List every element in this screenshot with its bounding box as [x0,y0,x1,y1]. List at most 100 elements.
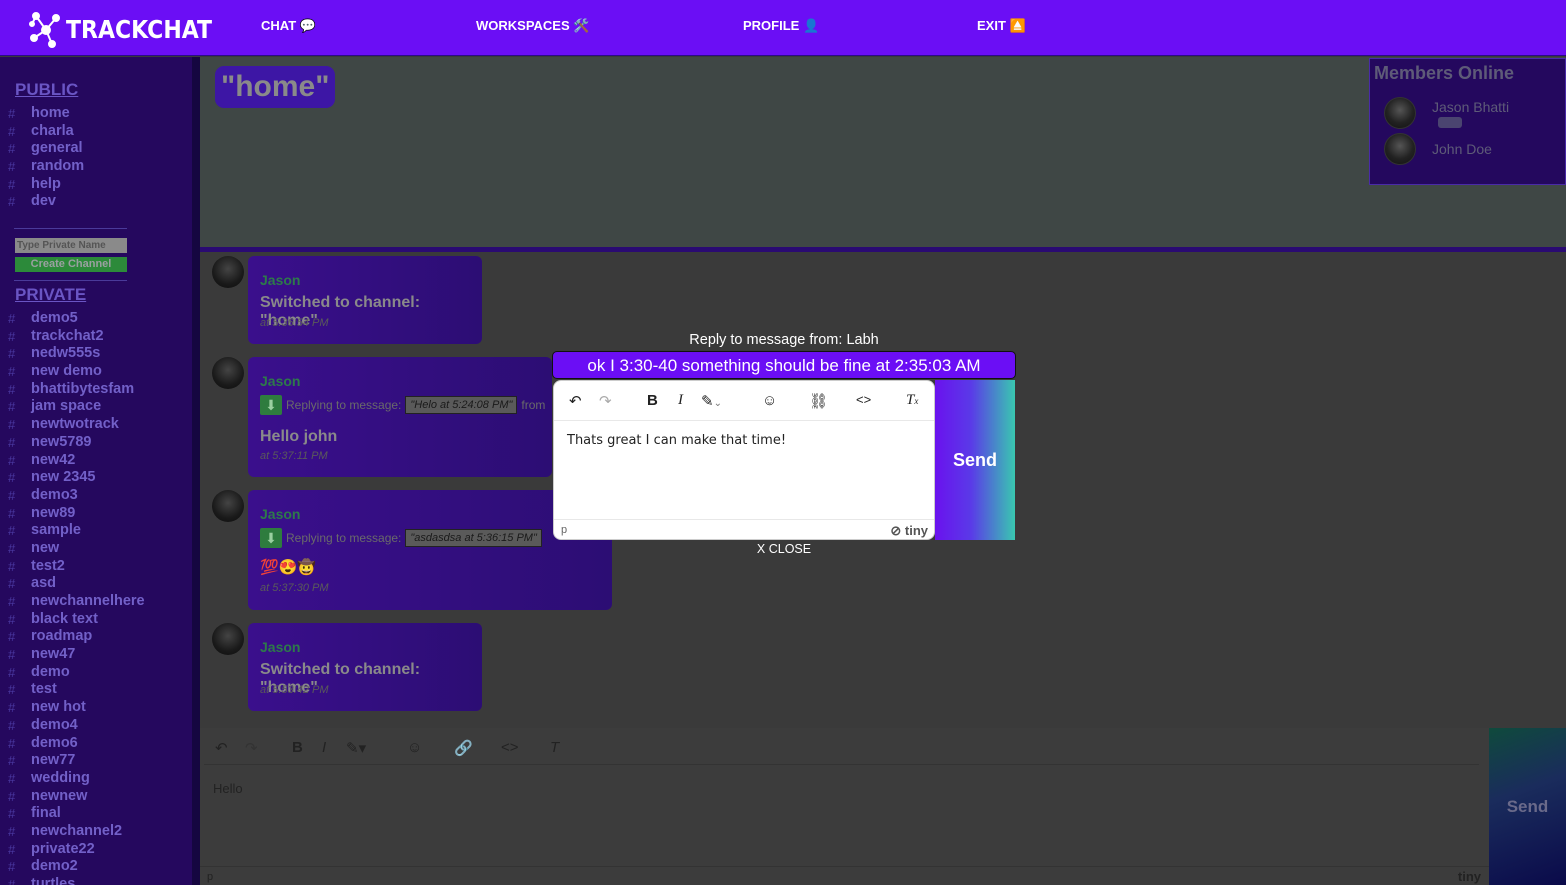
nav-chat[interactable]: CHAT 💬 [261,18,316,34]
italic-icon[interactable]: I [322,739,326,756]
channel-name: newchannelhere [31,593,145,609]
channel-item[interactable]: # private22 [0,841,192,859]
channel-item[interactable]: # turtles [0,876,192,885]
channel-item[interactable]: # newchannelhere [0,593,192,611]
undo-icon[interactable]: ↶ [215,739,228,757]
redo-icon[interactable]: ↷ [599,392,612,410]
undo-icon[interactable]: ↶ [569,392,582,410]
reply-reference: ⬇ Replying to message: "Helo at 5:24:08 … [260,395,545,415]
channel-item[interactable]: # newnew [0,788,192,806]
nav-exit[interactable]: EXIT ⏏️ [977,18,1026,34]
channel-item[interactable]: # random [0,158,192,176]
highlight-icon[interactable]: ✎▾ [346,739,366,757]
channel-item[interactable]: # new 2345 [0,469,192,487]
channel-item[interactable]: # new [0,540,192,558]
member-item[interactable]: Jason Bhatti [1384,97,1564,131]
message-sender: Jason [260,373,301,389]
message-time: at 5:37:30 PM [260,582,329,594]
channel-item[interactable]: # test2 [0,558,192,576]
private-channel-list: # demo5 # trackchat2 # nedw555s # new demo # bhat… [0,310,192,885]
hash-icon: # [8,859,16,875]
channel-item[interactable]: # new hot [0,699,192,717]
link-icon[interactable]: 🔗 [454,739,473,757]
channel-item[interactable]: # new42 [0,452,192,470]
channel-item[interactable]: # home [0,105,192,123]
channel-name: home [31,105,70,121]
channel-item[interactable]: # demo [0,664,192,682]
channel-item[interactable]: # demo5 [0,310,192,328]
top-nav-bar: TRACKCHAT CHAT 💬 WORKSPACES 🛠️ PROFILE 👤… [0,0,1566,56]
channel-item[interactable]: # asd [0,575,192,593]
message-bubble[interactable]: Jason ⬇ Replying to message: "Helo at 5:… [248,357,552,477]
channel-item[interactable]: # roadmap [0,628,192,646]
bold-icon[interactable]: B [647,392,658,409]
emoji-icon[interactable]: ☺ [762,392,777,409]
avatar [212,256,244,288]
clear-format-icon[interactable]: Tx [906,392,918,409]
close-modal-button[interactable]: X CLOSE [553,542,1015,556]
reply-send-button[interactable]: Send [935,380,1015,540]
channel-item[interactable]: # bhattibytesfam [0,381,192,399]
redo-icon[interactable]: ↷ [245,739,258,757]
channel-item[interactable]: # new77 [0,752,192,770]
reply-quote[interactable]: "Helo at 5:24:08 PM" [405,396,518,414]
channel-item[interactable]: # sample [0,522,192,540]
hash-icon: # [8,664,16,680]
channel-item[interactable]: # newchannel2 [0,823,192,841]
code-icon[interactable]: <> [501,739,519,756]
nav-profile[interactable]: PROFILE 👤 [743,18,819,34]
channel-item[interactable]: # charla [0,123,192,141]
channel-item[interactable]: # newtwotrack [0,416,192,434]
message-bubble[interactable]: Jason Switched to channel: "home" at 5:5… [248,623,482,711]
member-item[interactable]: John Doe [1384,133,1564,167]
channel-item[interactable]: # new89 [0,505,192,523]
channel-name: new demo [31,363,102,380]
tiny-logo[interactable]: tiny [1458,869,1481,884]
app-logo[interactable]: TRACKCHAT [28,10,212,50]
create-channel-button[interactable]: Create Channel [15,257,127,272]
channel-name: demo6 [31,734,78,751]
tiny-logo[interactable]: ⊘ tiny [890,523,928,539]
channel-item[interactable]: # demo4 [0,717,192,735]
italic-icon[interactable]: I [678,392,683,409]
channel-item[interactable]: # demo3 [0,487,192,505]
hash-icon: # [8,159,16,175]
code-icon[interactable]: <> [856,392,871,407]
emoji-icon[interactable]: ☺ [407,739,422,756]
hash-icon: # [8,770,16,786]
sidebar-scrollbar[interactable] [192,57,200,885]
channel-item[interactable]: # jam space [0,398,192,416]
send-button[interactable]: Send [1489,728,1566,885]
channel-item[interactable]: # dev [0,193,192,211]
channel-item[interactable]: # help [0,176,192,194]
bold-icon[interactable]: B [292,739,303,756]
editor-content[interactable]: Hello [213,781,243,796]
channel-item[interactable]: # new5789 [0,434,192,452]
reply-quote[interactable]: "asdasdsa at 5:36:15 PM" [405,529,542,547]
private-channel-name-input[interactable] [15,238,127,253]
editor-toolbar: ↶ ↷ B I ✎⌄ ☺ ⛓ <> Tx [554,381,934,421]
clear-format-icon[interactable]: T [550,739,559,756]
highlight-icon[interactable]: ✎⌄ [701,392,722,410]
channel-item[interactable]: # demo6 [0,735,192,753]
hash-icon: # [8,576,16,592]
channel-item[interactable]: # wedding [0,770,192,788]
channel-item[interactable]: # general [0,140,192,158]
avatar [212,623,244,655]
channel-item[interactable]: # test [0,681,192,699]
channel-item[interactable]: # demo2 [0,858,192,876]
reply-editor-content[interactable]: Thats great I can make that time! [567,433,786,448]
channel-item[interactable]: # nedw555s [0,345,192,363]
channel-item[interactable]: # final [0,805,192,823]
link-icon[interactable]: ⛓ [809,392,828,410]
channel-name: new5789 [31,433,92,450]
channel-item[interactable]: # trackchat2 [0,328,192,346]
message-editor[interactable]: ↶ ↷ B I ✎▾ ☺ 🔗 <> T Hello p tiny [200,728,1489,885]
channel-item[interactable]: # new47 [0,646,192,664]
reply-editor[interactable]: ↶ ↷ B I ✎⌄ ☺ ⛓ <> Tx Thats great I can m… [553,380,935,540]
channel-item[interactable]: # black text [0,611,192,629]
channel-item[interactable]: # new demo [0,363,192,381]
channel-name: jam space [31,398,102,415]
nav-workspaces[interactable]: WORKSPACES 🛠️ [476,18,589,34]
message-bubble[interactable]: Jason Switched to channel: "home" at 5:3… [248,256,482,344]
